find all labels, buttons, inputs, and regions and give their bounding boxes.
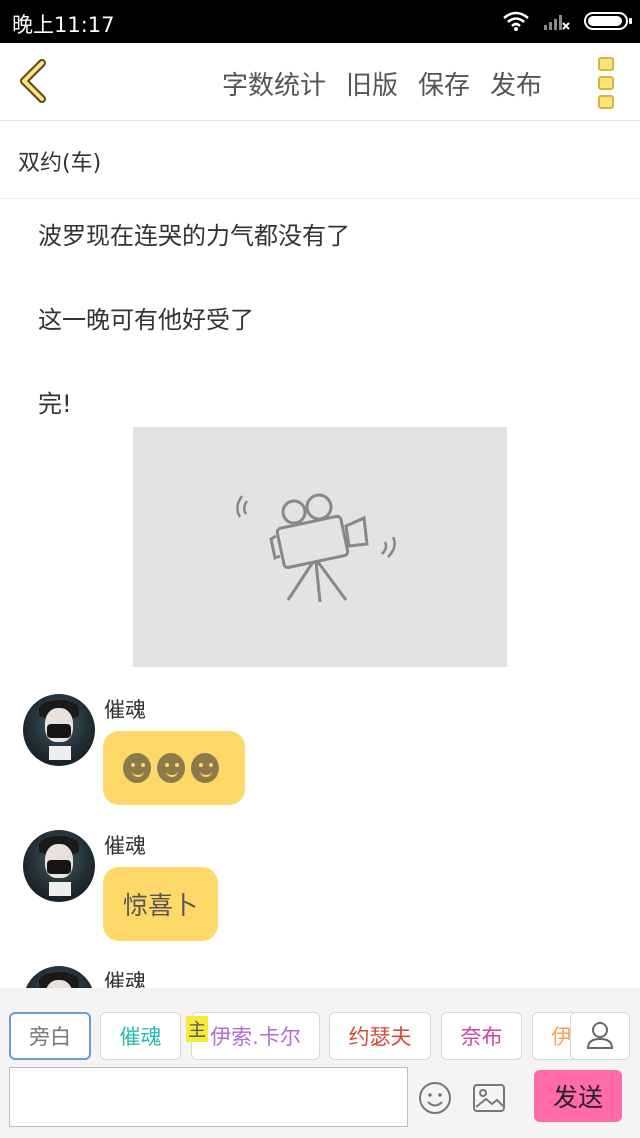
character-chip-narrator[interactable]: 旁白	[9, 1012, 91, 1060]
story-paragraph: 波罗现在连哭的力气都没有了	[38, 222, 350, 250]
avatar[interactable]	[23, 694, 95, 766]
video-placeholder[interactable]	[133, 427, 507, 667]
emoji-bubble[interactable]	[103, 731, 245, 805]
send-label: 发送	[552, 1083, 603, 1112]
video-camera-icon	[236, 493, 396, 603]
message-bubble[interactable]: 惊喜卜	[103, 867, 219, 941]
system-icons	[502, 10, 632, 32]
top-toolbar: 字数统计 旧版 保存 发布	[0, 43, 640, 121]
sender-name: 催魂	[104, 834, 146, 858]
lead-badge: 主	[186, 1016, 208, 1042]
toolbar-actions: 字数统计 旧版 保存 发布	[222, 65, 542, 102]
emoji-icon[interactable]	[418, 1081, 452, 1115]
status-time: 晚上11:17	[12, 13, 115, 37]
send-button[interactable]: 发送	[534, 1070, 622, 1122]
publish-button[interactable]: 发布	[490, 65, 542, 102]
wifi-icon	[503, 11, 529, 31]
story-title[interactable]: 双约(车)	[18, 145, 101, 177]
message-input[interactable]	[9, 1067, 408, 1127]
story-paragraph: 完!	[38, 390, 72, 418]
battery-icon	[584, 12, 632, 30]
character-label: 伊索.卡尔	[210, 1025, 301, 1049]
character-selector: 旁白 催魂 伊索.卡尔 约瑟夫 奈布 伊	[9, 1012, 579, 1062]
user-icon	[586, 1022, 614, 1049]
smiley-emoji-icon	[191, 753, 219, 783]
smiley-emoji-icon	[157, 753, 185, 783]
character-label: 催魂	[119, 1025, 162, 1049]
sender-name: 催魂	[104, 698, 146, 722]
more-menu-icon[interactable]	[598, 57, 614, 109]
back-icon[interactable]	[14, 57, 54, 105]
character-chip-joseph[interactable]: 约瑟夫	[329, 1012, 431, 1060]
avatar[interactable]	[23, 830, 95, 902]
save-button[interactable]: 保存	[418, 65, 470, 102]
old-version-button[interactable]: 旧版	[346, 65, 398, 102]
character-manager-button[interactable]	[570, 1012, 630, 1060]
character-chip-naib[interactable]: 奈布	[441, 1012, 522, 1060]
character-label: 伊	[551, 1025, 572, 1049]
image-icon[interactable]	[472, 1082, 506, 1114]
status-bar: 晚上11:17	[0, 0, 640, 43]
character-chip-cuihun[interactable]: 催魂	[100, 1012, 181, 1060]
word-count-button[interactable]: 字数统计	[222, 65, 326, 102]
character-chip-eli[interactable]: 伊索.卡尔	[191, 1012, 320, 1060]
composer-panel: 旁白 催魂 伊索.卡尔 约瑟夫 奈布 伊 主 发送	[0, 988, 640, 1138]
character-label: 约瑟夫	[348, 1025, 412, 1049]
story-paragraph: 这一晚可有他好受了	[38, 306, 254, 334]
character-label: 旁白	[29, 1025, 71, 1049]
signal-icon	[544, 15, 570, 30]
smiley-emoji-icon	[123, 753, 151, 783]
character-label: 奈布	[460, 1025, 503, 1049]
story-title-bar: 双约(车)	[0, 121, 640, 199]
